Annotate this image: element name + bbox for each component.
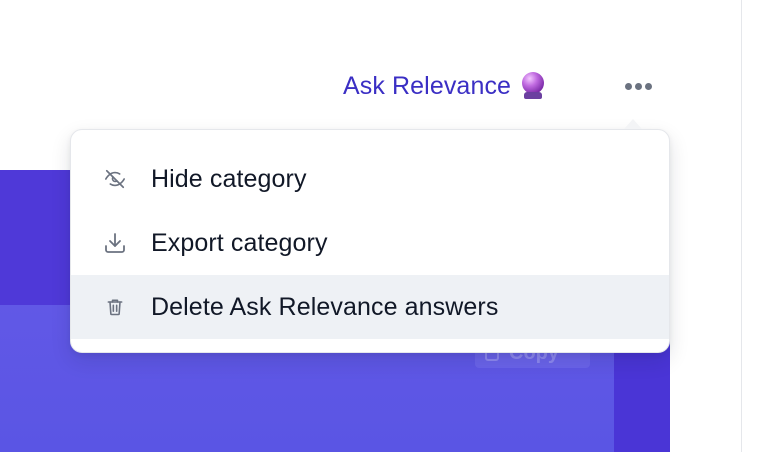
menu-caret bbox=[624, 119, 642, 129]
page: Copy Ask Relevance Hide category bbox=[0, 0, 758, 452]
menu-item-label: Hide category bbox=[151, 164, 307, 193]
ask-relevance-link[interactable]: Ask Relevance bbox=[343, 68, 545, 104]
right-rail bbox=[741, 0, 758, 452]
download-icon bbox=[103, 231, 127, 255]
crystal-ball-icon bbox=[521, 72, 545, 100]
eye-off-icon bbox=[103, 167, 127, 191]
ask-relevance-label: Ask Relevance bbox=[343, 71, 512, 100]
menu-item-label: Export category bbox=[151, 228, 328, 257]
more-horizontal-icon bbox=[624, 82, 632, 90]
more-options-button[interactable] bbox=[618, 72, 658, 100]
menu-item-hide-category[interactable]: Hide category bbox=[71, 147, 669, 211]
menu-item-delete-answers[interactable]: Delete Ask Relevance answers bbox=[71, 275, 669, 339]
trash-icon bbox=[103, 295, 127, 319]
menu-item-export-category[interactable]: Export category bbox=[71, 211, 669, 275]
menu-item-label: Delete Ask Relevance answers bbox=[151, 292, 499, 321]
category-options-menu: Hide category Export category Delete Ask… bbox=[70, 129, 670, 353]
